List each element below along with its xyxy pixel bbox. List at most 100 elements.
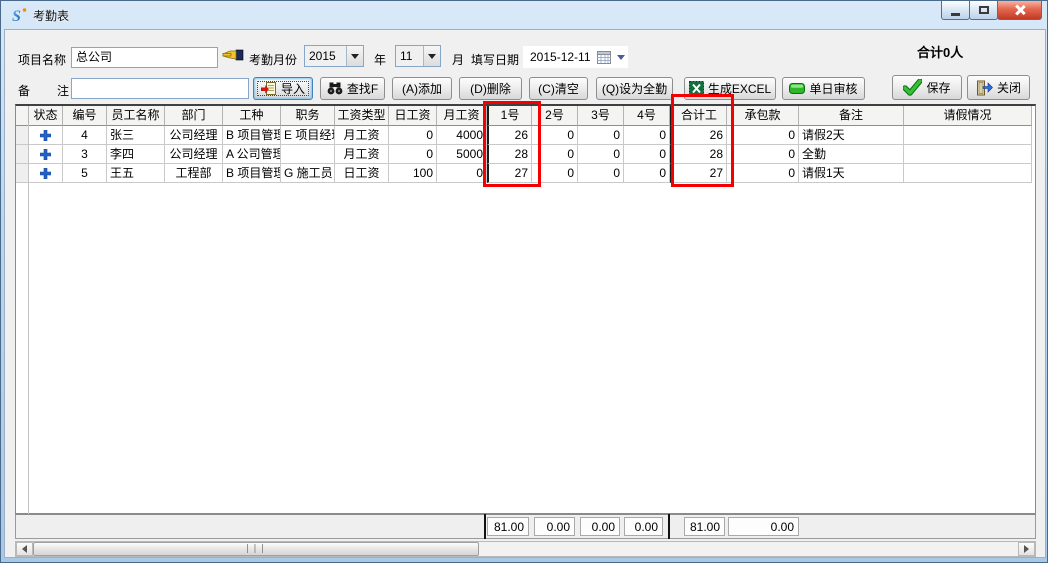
column-header[interactable]: 3号: [578, 106, 624, 126]
table-cell[interactable]: 4: [63, 126, 107, 145]
table-cell[interactable]: 全勤: [799, 145, 904, 164]
fill-date-picker[interactable]: 2015-12-11: [523, 46, 628, 68]
scrollbar-thumb[interactable]: |||: [33, 542, 479, 556]
table-cell[interactable]: 0: [578, 164, 624, 183]
table-cell[interactable]: 0: [389, 126, 437, 145]
table-cell[interactable]: A 公司管理: [223, 145, 281, 164]
table-cell[interactable]: 月工资: [335, 145, 389, 164]
table-cell[interactable]: 27: [670, 164, 727, 183]
table-cell[interactable]: 26: [487, 126, 532, 145]
table-cell[interactable]: 0: [624, 164, 670, 183]
table-cell[interactable]: 0: [532, 145, 578, 164]
status-plus-icon[interactable]: [30, 164, 61, 182]
year-select-arrow[interactable]: [346, 46, 363, 66]
year-select[interactable]: 2015: [304, 45, 364, 67]
table-cell[interactable]: 0: [727, 126, 799, 145]
table-cell[interactable]: 0: [532, 164, 578, 183]
find-button[interactable]: 查找F: [320, 77, 385, 100]
table-cell[interactable]: 3: [63, 145, 107, 164]
close-form-button[interactable]: 关闭: [967, 75, 1030, 100]
table-cell[interactable]: B 项目管理: [223, 164, 281, 183]
table-cell[interactable]: 28: [670, 145, 727, 164]
column-header[interactable]: 1号: [487, 106, 532, 126]
table-cell[interactable]: 工程部: [165, 164, 223, 183]
table-cell[interactable]: B 项目管理: [223, 126, 281, 145]
table-cell[interactable]: [281, 145, 335, 164]
save-button[interactable]: 保存: [892, 75, 962, 100]
table-row[interactable]: 5王五工程部B 项目管理G 施工员日工资100027000270请假1天: [16, 164, 1035, 183]
table-cell[interactable]: 0: [727, 164, 799, 183]
table-row[interactable]: 3李四公司经理A 公司管理月工资0500028000280全勤: [16, 145, 1035, 164]
table-cell[interactable]: 27: [487, 164, 532, 183]
table-cell[interactable]: 0: [727, 145, 799, 164]
table-row[interactable]: 4张三公司经理B 项目管理E 项目经理月工资0400026000260请假2天: [16, 126, 1035, 145]
column-header[interactable]: 2号: [532, 106, 578, 126]
calendar-icon[interactable]: [597, 50, 612, 64]
table-cell[interactable]: 请假2天: [799, 126, 904, 145]
table-cell[interactable]: 5: [63, 164, 107, 183]
table-cell[interactable]: 4000: [437, 126, 487, 145]
project-name-input[interactable]: 总公司: [71, 47, 218, 68]
table-cell[interactable]: 0: [624, 145, 670, 164]
date-dropdown-icon[interactable]: [617, 55, 625, 60]
remark-input[interactable]: [71, 78, 249, 99]
column-header[interactable]: 合计工: [670, 106, 727, 126]
table-cell[interactable]: 0: [624, 126, 670, 145]
table-cell[interactable]: 张三: [107, 126, 165, 145]
clear-button[interactable]: (C)清空: [529, 77, 588, 100]
table-cell[interactable]: 28: [487, 145, 532, 164]
column-header[interactable]: 请假情况: [904, 106, 1032, 126]
column-header[interactable]: 职务: [281, 106, 335, 126]
status-cell[interactable]: [29, 126, 63, 145]
table-cell[interactable]: 0: [532, 126, 578, 145]
column-header[interactable]: 工种: [223, 106, 281, 126]
status-cell[interactable]: [29, 164, 63, 183]
column-header[interactable]: 4号: [624, 106, 670, 126]
table-cell[interactable]: 月工资: [335, 126, 389, 145]
table-cell[interactable]: 日工资: [335, 164, 389, 183]
column-header[interactable]: 工资类型: [335, 106, 389, 126]
table-cell[interactable]: 0: [437, 164, 487, 183]
table-cell[interactable]: [904, 126, 1032, 145]
month-select-arrow[interactable]: [423, 46, 440, 66]
column-header[interactable]: 状态: [29, 106, 63, 126]
horizontal-scrollbar[interactable]: |||: [15, 541, 1036, 557]
table-cell[interactable]: 公司经理: [165, 126, 223, 145]
column-header[interactable]: 日工资: [389, 106, 437, 126]
maximize-button[interactable]: [969, 1, 998, 20]
generate-excel-button[interactable]: 生成EXCEL: [684, 77, 776, 100]
table-cell[interactable]: 李四: [107, 145, 165, 164]
add-button[interactable]: (A)添加: [392, 77, 452, 100]
table-cell[interactable]: 26: [670, 126, 727, 145]
table-cell[interactable]: 王五: [107, 164, 165, 183]
table-cell[interactable]: G 施工员: [281, 164, 335, 183]
table-cell[interactable]: 0: [389, 145, 437, 164]
table-cell[interactable]: 5000: [437, 145, 487, 164]
table-cell[interactable]: E 项目经理: [281, 126, 335, 145]
table-cell[interactable]: 0: [578, 126, 624, 145]
daily-audit-button[interactable]: 单日审核: [782, 77, 865, 100]
column-header[interactable]: 部门: [165, 106, 223, 126]
column-header[interactable]: 月工资: [437, 106, 487, 126]
column-header[interactable]: 员工名称: [107, 106, 165, 126]
table-cell[interactable]: 100: [389, 164, 437, 183]
table-cell[interactable]: 公司经理: [165, 145, 223, 164]
column-header[interactable]: 承包款: [727, 106, 799, 126]
column-header[interactable]: 编号: [63, 106, 107, 126]
table-cell[interactable]: 0: [578, 145, 624, 164]
title-bar[interactable]: S 考勤表: [1, 1, 1048, 29]
status-plus-icon[interactable]: [30, 126, 61, 144]
status-plus-icon[interactable]: [30, 145, 61, 163]
month-select[interactable]: 11: [395, 45, 441, 67]
scroll-right-button[interactable]: [1018, 542, 1035, 556]
table-cell[interactable]: [904, 164, 1032, 183]
table-cell[interactable]: [904, 145, 1032, 164]
scroll-left-button[interactable]: [16, 542, 33, 556]
minimize-button[interactable]: [941, 1, 970, 20]
delete-button[interactable]: (D)删除: [459, 77, 522, 100]
table-cell[interactable]: 请假1天: [799, 164, 904, 183]
status-cell[interactable]: [29, 145, 63, 164]
import-button[interactable]: 导入: [253, 77, 313, 100]
set-full-attendance-button[interactable]: (Q)设为全勤: [596, 77, 673, 100]
close-window-button[interactable]: [997, 1, 1042, 20]
